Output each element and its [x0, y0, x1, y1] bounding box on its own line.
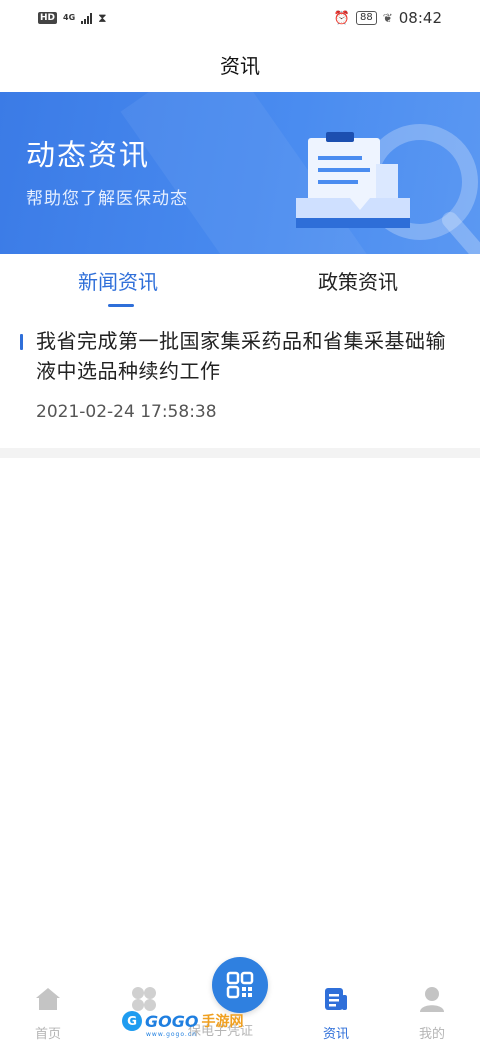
tab-policy[interactable]: 政策资讯 [318, 266, 398, 295]
banner: 动态资讯 帮助您了解医保动态 [0, 92, 480, 254]
watermark-url: www.gogo.cn [146, 1031, 197, 1038]
hd-badge: HD [38, 12, 58, 24]
news-accent-bar [20, 334, 23, 350]
banner-subtitle: 帮助您了解医保动态 [26, 189, 188, 209]
news-list-item[interactable]: 我省完成第一批国家集采药品和省集采基础输液中选品种续约工作 2021-02-24… [0, 320, 480, 448]
news-date: 2021-02-24 17:58:38 [36, 402, 217, 422]
nav-bar: 资讯 [0, 36, 480, 92]
banner-title: 动态资讯 [26, 138, 151, 172]
document-illustration-icon [296, 124, 480, 254]
news-tabs: 新闻资讯 政策资讯 [0, 254, 480, 316]
tabbar-label-mine: 我的 [418, 1027, 445, 1041]
watermark-logo: G GOGO 手游网 [122, 1011, 243, 1031]
user-icon [418, 985, 446, 1013]
news-icon [322, 985, 350, 1013]
tabbar-item-news[interactable]: 资讯 [296, 985, 376, 1041]
tab-news[interactable]: 新闻资讯 [78, 266, 158, 295]
watermark-g-icon: G [122, 1011, 142, 1031]
hourglass-icon: ⧗ [98, 10, 107, 25]
status-right: ⏰ 88 ❦ 08:42 [334, 9, 442, 27]
qr-code-icon [226, 971, 254, 999]
bottom-tabbar: 首页 保电子凭证 资讯 我的 [0, 957, 480, 1041]
watermark-suffix: 手游网 [201, 1014, 244, 1030]
battery-indicator: 88 [355, 11, 377, 25]
services-grid-icon [130, 985, 158, 1013]
status-left: HD 4G ⧗ [38, 11, 107, 26]
news-title: 我省完成第一批国家集采药品和省集采基础输液中选品种续约工作 [36, 329, 446, 383]
page-title: 资讯 [220, 53, 260, 78]
network-type: 4G [63, 13, 76, 22]
alarm-icon: ⏰ [333, 10, 350, 26]
status-time: 08:42 [398, 9, 442, 27]
tabbar-item-mine[interactable]: 我的 [392, 985, 472, 1041]
tabbar-label-home: 首页 [34, 1027, 61, 1041]
qr-code-button[interactable] [212, 957, 268, 1013]
status-bar: HD 4G ⧗ ⏰ 88 ❦ 08:42 [0, 0, 480, 36]
tabbar-label-news: 资讯 [322, 1027, 349, 1041]
watermark-brand: GOGO [145, 1011, 199, 1031]
tabbar-item-home[interactable]: 首页 [8, 985, 88, 1041]
section-divider [0, 448, 480, 458]
signal-icon [81, 12, 93, 24]
home-icon [34, 985, 62, 1013]
leaf-icon: ❦ [382, 11, 393, 25]
tab-active-indicator [108, 304, 134, 307]
